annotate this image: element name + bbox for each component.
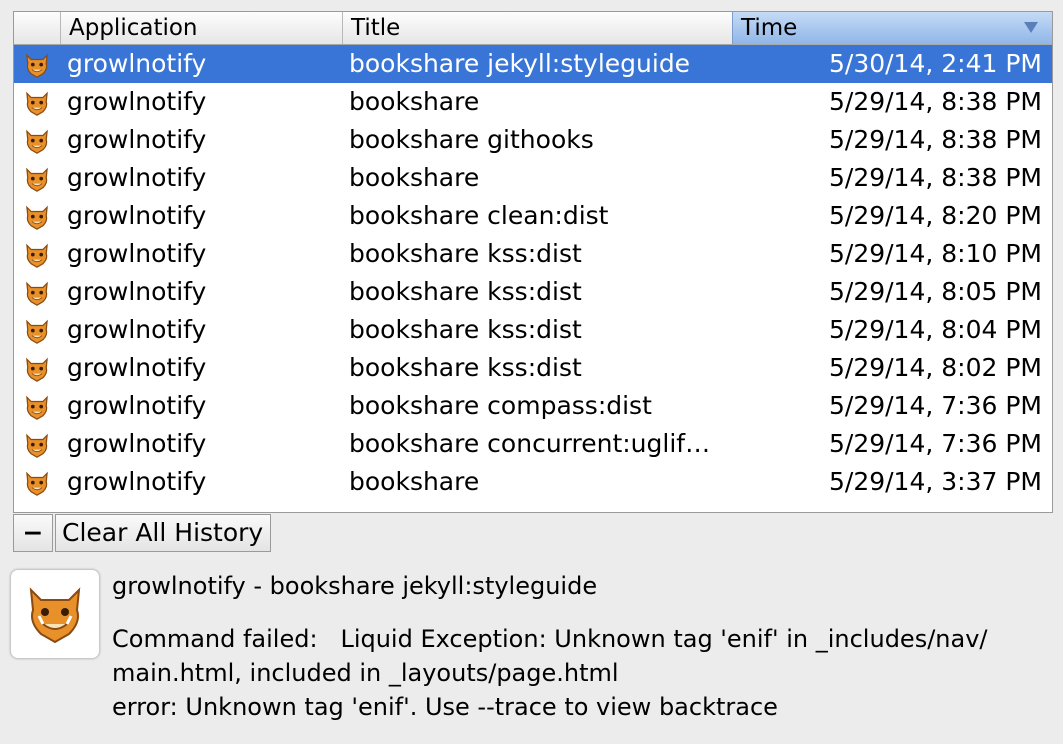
- row-application: growlnotify: [67, 277, 207, 306]
- row-title: bookshare kss:dist: [349, 239, 582, 268]
- row-time: 5/29/14, 8:38 PM: [828, 163, 1042, 192]
- row-application: growlnotify: [67, 125, 207, 154]
- row-application: growlnotify: [67, 315, 207, 344]
- row-title: bookshare jekyll:styleguide: [349, 49, 691, 78]
- row-application: growlnotify: [67, 49, 207, 78]
- table-row[interactable]: growlnotify bookshare clean:dist 5/29/14, …: [14, 197, 1052, 235]
- column-header-time[interactable]: Time: [732, 12, 1052, 44]
- row-application: growlnotify: [67, 429, 207, 458]
- row-application: growlnotify: [67, 467, 207, 496]
- table-body: growlnotify bookshare jekyll:styleguide 5/…: [14, 45, 1052, 511]
- detail-message: Command failed: Liquid Exception: Unknow…: [112, 625, 988, 721]
- row-title: bookshare clean:dist: [349, 201, 609, 230]
- row-title: bookshare kss:dist: [349, 277, 582, 306]
- history-table[interactable]: Application Title Time growlnotify booksh…: [13, 11, 1053, 513]
- row-time: 5/29/14, 8:20 PM: [828, 201, 1042, 230]
- table-row[interactable]: growlnotify bookshare githooks 5/29/14, 8:…: [14, 121, 1052, 159]
- table-header: Application Title Time: [14, 12, 1052, 45]
- row-application: growlnotify: [67, 201, 207, 230]
- row-application: growlnotify: [67, 87, 207, 116]
- table-row[interactable]: growlnotify bookshare kss:dist 5/29/14, 8:…: [14, 349, 1052, 387]
- row-title: bookshare: [349, 467, 480, 496]
- table-row[interactable]: growlnotify bookshare kss:dist 5/29/14, 8:…: [14, 273, 1052, 311]
- row-title: bookshare compass:dist: [349, 391, 652, 420]
- row-title: bookshare kss:dist: [349, 353, 582, 382]
- row-time: 5/29/14, 8:04 PM: [828, 315, 1042, 344]
- row-time: 5/29/14, 8:10 PM: [828, 239, 1042, 268]
- row-application: growlnotify: [67, 353, 207, 382]
- table-row[interactable]: growlnotify bookshare compass:dist 5/29/14…: [14, 387, 1052, 425]
- table-row[interactable]: growlnotify bookshare 5/29/14, 3:37 PM: [14, 463, 1052, 501]
- sort-descending-icon: [1024, 22, 1038, 33]
- row-time: 5/29/14, 8:38 PM: [828, 125, 1042, 154]
- table-row[interactable]: growlnotify bookshare 5/29/14, 8:38 PM: [14, 83, 1052, 121]
- row-time: 5/29/14, 8:02 PM: [828, 353, 1042, 382]
- row-title: bookshare githooks: [349, 125, 594, 154]
- row-title: bookshare kss:dist: [349, 315, 582, 344]
- clear-all-history-button[interactable]: Clear All History: [55, 514, 271, 552]
- row-time: 5/29/14, 7:36 PM: [828, 391, 1042, 420]
- table-row[interactable]: growlnotify bookshare jekyll:styleguide 5/…: [14, 45, 1052, 83]
- row-time: 5/30/14, 2:41 PM: [828, 49, 1042, 78]
- row-title: bookshare: [349, 163, 480, 192]
- row-application: growlnotify: [67, 239, 207, 268]
- table-row[interactable]: growlnotify bookshare 5/29/14, 8:38 PM: [14, 159, 1052, 197]
- row-time: 5/29/14, 8:05 PM: [828, 277, 1042, 306]
- row-application: growlnotify: [67, 391, 207, 420]
- row-time: 5/29/14, 7:36 PM: [828, 429, 1042, 458]
- table-row[interactable]: growlnotify bookshare kss:dist 5/29/14, 8:…: [14, 235, 1052, 273]
- column-header-time-label: Time: [741, 15, 798, 41]
- growl-icon: [10, 569, 100, 659]
- detail-title: growlnotify - bookshare jekyll:styleguid…: [112, 572, 598, 600]
- column-header-application[interactable]: Application: [60, 12, 342, 44]
- row-time: 5/29/14, 3:37 PM: [828, 467, 1042, 496]
- row-application: growlnotify: [67, 163, 207, 192]
- column-header-title[interactable]: Title: [342, 12, 732, 44]
- table-row[interactable]: growlnotify bookshare concurrent:uglif… 5/…: [14, 425, 1052, 463]
- row-title: bookshare: [349, 87, 480, 116]
- row-time: 5/29/14, 8:38 PM: [828, 87, 1042, 116]
- row-title: bookshare concurrent:uglif…: [349, 429, 711, 458]
- table-row[interactable]: growlnotify bookshare kss:dist 5/29/14, 8:…: [14, 311, 1052, 349]
- remove-button[interactable]: −: [13, 514, 53, 552]
- table-row-partial[interactable]: [14, 501, 1052, 511]
